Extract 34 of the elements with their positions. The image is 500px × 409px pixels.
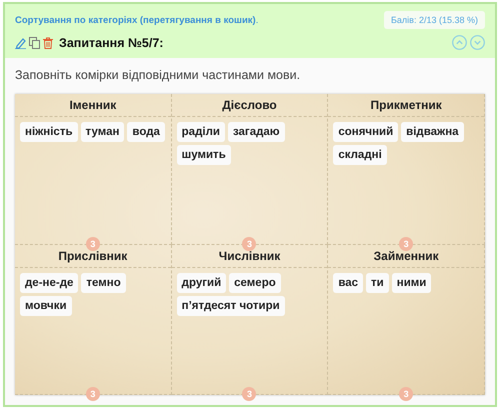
word-chip[interactable]: семеро — [229, 272, 281, 292]
word-chip[interactable]: ними — [392, 272, 432, 292]
count-badge: 3 — [86, 387, 100, 401]
word-chip[interactable]: сонячний — [333, 122, 398, 142]
count-badge: 3 — [242, 236, 256, 250]
word-chip[interactable]: загадаю — [228, 122, 285, 142]
question-title: Запитання №5/7: — [59, 36, 164, 50]
word-chip[interactable]: де-не-де — [20, 272, 78, 292]
count-badge: 3 — [242, 387, 256, 401]
word-chip[interactable]: ніжність — [20, 122, 78, 142]
word-chip[interactable]: складні — [333, 145, 387, 165]
word-chip[interactable]: шумить — [176, 145, 231, 165]
instruction-text: Заповніть комірки відповідними частинами мови. — [15, 68, 302, 84]
word-chip[interactable]: другий — [176, 272, 226, 292]
word-chip[interactable]: туман — [80, 122, 124, 142]
score-badge: Балів: 2/13 (15.38 %) — [384, 11, 485, 29]
task-type-text: Сортування по категоріях (перетягування в кошик). — [15, 14, 258, 26]
category-heading: Дієслово — [172, 94, 328, 117]
word-chip[interactable]: ти — [366, 272, 389, 292]
word-chip[interactable]: п’ятдесят чотири — [176, 296, 285, 316]
category-heading: Іменник — [15, 94, 171, 117]
trash-icon[interactable] — [43, 36, 53, 48]
category-heading: Прикметник — [328, 94, 484, 117]
copy-icon[interactable] — [29, 36, 40, 48]
count-badge: 3 — [399, 387, 414, 401]
pencil-icon[interactable] — [15, 36, 26, 48]
word-chip[interactable]: вода — [127, 122, 165, 142]
word-chip[interactable]: вас — [333, 272, 364, 292]
word-chip[interactable]: мовчки — [20, 296, 72, 316]
count-badge: 3 — [399, 236, 414, 250]
word-chip[interactable]: відважна — [401, 122, 464, 142]
word-chip[interactable]: темно — [81, 272, 126, 292]
word-chip[interactable]: раділи — [176, 122, 225, 142]
count-badge: 3 — [86, 236, 100, 250]
